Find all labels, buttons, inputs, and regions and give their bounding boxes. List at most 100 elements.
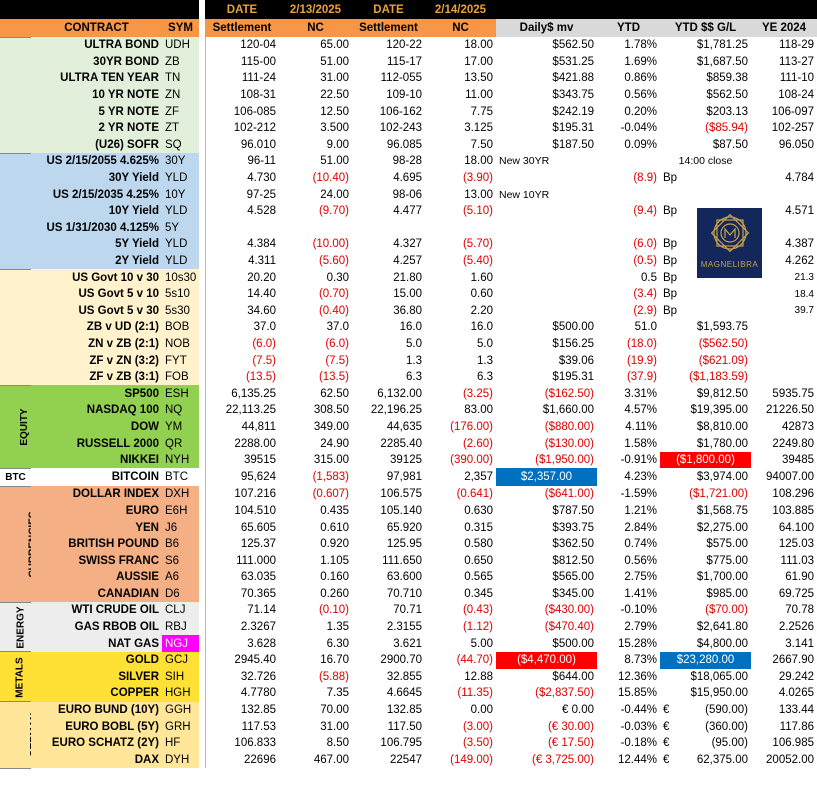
ytd: 15.28% — [597, 635, 660, 652]
net-change-2: (0.641) — [456, 488, 493, 501]
ytd-value: 0.56% — [624, 554, 657, 567]
table-row: DOW YM 44,811 349.00 44,635 (176.00) ($880.00)… — [0, 418, 817, 436]
settlement-2: 102-243 — [379, 122, 422, 135]
settlement-2: 70.710 — [386, 587, 422, 600]
contract-name: DOLLAR INDEX — [31, 486, 162, 503]
bp-unit: Bp — [663, 205, 678, 218]
table-row: GAS RBOB OIL RBJ 2.3267 1.35 2.3155 (1.12) ($4… — [0, 618, 817, 636]
contract-name: ULTRA TEN YEAR — [31, 70, 162, 87]
settlement-1: 65.605 — [204, 519, 279, 536]
contract-name: NASDAQ 100 — [31, 402, 162, 419]
ytd-gain-loss: € (590.00) — [660, 702, 751, 719]
contract-name: US Govt 5 v 30 — [31, 302, 162, 320]
net-change-2: 0.315 — [464, 521, 493, 534]
settlement-2: 125.95 — [386, 538, 422, 551]
daily-mv — [496, 253, 597, 270]
date-value-2: 2/14/2025 — [425, 0, 496, 19]
daily-mv: New 10YR — [499, 188, 550, 201]
ytd: 4.57% — [597, 402, 660, 419]
ytd-gain-loss: 14:00 close — [678, 155, 733, 168]
ytd: 0.56% — [597, 87, 660, 104]
ytd-gain-loss: $985.00 — [706, 587, 748, 600]
daily-mv: (€ 17.50) — [547, 737, 594, 750]
daily-mv: $195.31 — [552, 122, 594, 135]
ytd: 12.36% — [597, 669, 660, 686]
settlement-1: 111.000 — [204, 552, 279, 569]
settlement-1: 132.85 — [204, 701, 279, 719]
net-change-2: (3.00) — [462, 720, 493, 733]
net-change-1: (10.40) — [312, 172, 349, 185]
settlement-2: 106.575 — [380, 488, 422, 501]
contract-name: ZF v ZN (3:2) — [31, 352, 162, 369]
symbol: YLD — [162, 236, 199, 253]
settlement-2: 105.140 — [380, 504, 422, 517]
section-label-text: GERMAN FUTURES — [29, 712, 31, 758]
ytd-gain-loss: ($621.09) — [698, 354, 748, 367]
ytd-gain-loss: ($562.50) — [698, 337, 748, 350]
settlement-2: 15.00 — [393, 288, 422, 301]
daily-mv: $2,357.00 — [496, 468, 597, 487]
settlement-2: 32.855 — [386, 670, 422, 683]
section-label-us-treasuries: US TREASURIES — [0, 152, 31, 270]
settlement-1: 117.53 — [204, 718, 279, 735]
net-change-1: 70.00 — [320, 704, 349, 717]
net-change-2: 1.60 — [470, 271, 493, 284]
euro-symbol: € — [663, 720, 670, 733]
table-row: 5 YR NOTE ZF 106-085 12.50 106-162 7.75 $242.1… — [0, 103, 817, 120]
symbol: HGH — [162, 685, 199, 702]
settlement-1: 2.3267 — [204, 618, 279, 636]
symbol: YLD — [162, 202, 199, 220]
ytd-gain-loss: $775.00 — [706, 554, 748, 567]
ye-2024: 96.050 — [778, 138, 814, 151]
ytd: (2.9) — [597, 303, 660, 320]
table-row: 5Y Yield YLD 4.384 (10.00) 4.327 (5.70) (6.0) B… — [0, 236, 817, 253]
ytd-value: 1.58% — [624, 437, 657, 450]
contract-name: YEN — [31, 519, 162, 536]
ytd: -0.10% — [597, 602, 660, 619]
net-change-2: 13.00 — [464, 188, 493, 201]
settlement-2: 65.920 — [386, 521, 422, 534]
ytd-value: (2.9) — [633, 304, 657, 317]
settlement-1: 102-212 — [204, 119, 279, 137]
ytd-value: 8.73% — [624, 654, 657, 667]
settlement-1: 2288.00 — [204, 435, 279, 452]
ytd: 4.23% — [597, 468, 660, 486]
net-change-1: 6.30 — [326, 637, 349, 650]
settlement-1: 96-11 — [204, 153, 279, 170]
table-row: CANADIAN D6 70.365 0.260 70.710 0.345 $345.00 1… — [0, 585, 817, 603]
daily-mv: ($641.00) — [544, 488, 594, 501]
ye-2024 — [751, 336, 817, 353]
net-change-1: 0.610 — [320, 521, 349, 534]
settlement-1: 4.384 — [204, 236, 279, 253]
net-change-1: 12.50 — [320, 105, 349, 118]
table-row: SWISS FRANC S6 111.000 1.105 111.650 0.650 $81… — [0, 552, 817, 569]
ytd-value: (3.4) — [633, 288, 657, 301]
ytd: (6.0) — [597, 236, 660, 253]
ytd-value: 15.28% — [617, 637, 657, 650]
contract-name: 5Y Yield — [31, 236, 162, 253]
net-change-2: 13.50 — [464, 72, 493, 85]
net-change-1: 22.50 — [320, 89, 349, 102]
ytd-value: (19.9) — [626, 354, 657, 367]
ytd-value: -0.44% — [620, 704, 657, 717]
symbol: D6 — [162, 585, 199, 603]
daily-mv: € 0.00 — [562, 704, 594, 717]
net-change-2: (3.90) — [462, 172, 493, 185]
net-change-1: (5.88) — [318, 670, 349, 683]
ytd: (19.9) — [597, 352, 660, 369]
settlement-2: 117.50 — [387, 720, 422, 733]
ytd: (9.4) — [597, 203, 660, 220]
ye-2024: 39.7 — [794, 305, 814, 317]
settlement-1: 120-04 — [204, 37, 279, 54]
daily-mv: $345.00 — [552, 587, 594, 600]
settlement-1 — [204, 219, 279, 237]
table-row: RUSSELL 2000 QR 2288.00 24.90 2285.40 (2.60) (… — [0, 435, 817, 452]
table-row: YIELD CURVESUS Govt 10 v 3010s30 20.20 0.3… — [0, 268, 817, 386]
bp-unit: Bp — [663, 255, 678, 268]
symbol: E6H — [162, 502, 199, 520]
ye-2024: 133.44 — [778, 704, 814, 717]
settlement-1: 95,624 — [204, 468, 279, 487]
ytd-gain-loss: Bp — [660, 303, 751, 320]
settlement-1: 70.365 — [204, 585, 279, 603]
ytd-gain-loss: $1,780.00 — [696, 437, 748, 450]
